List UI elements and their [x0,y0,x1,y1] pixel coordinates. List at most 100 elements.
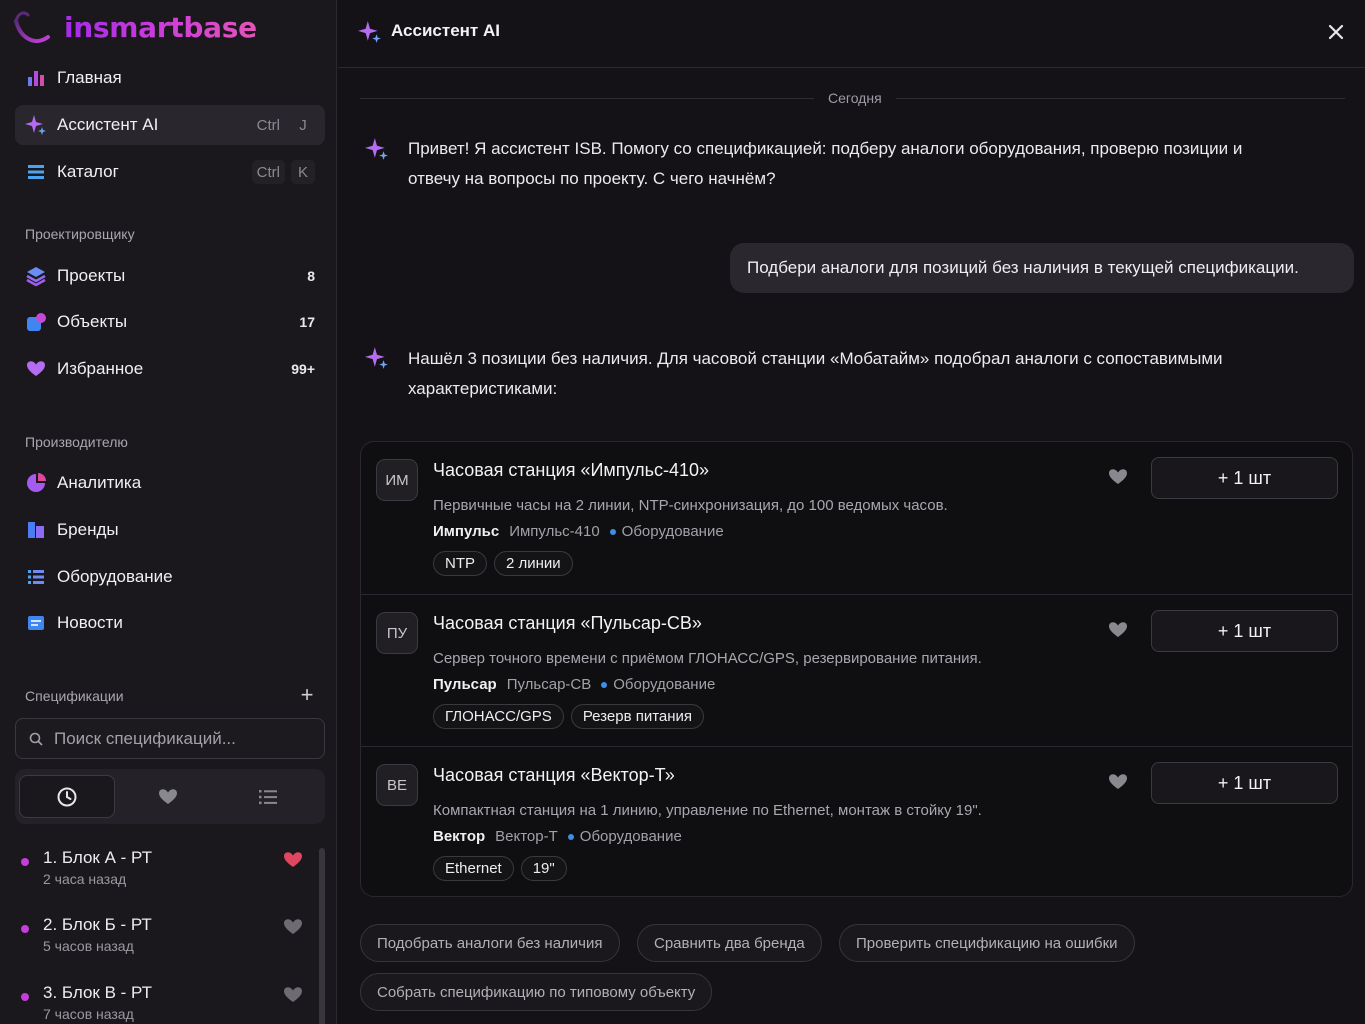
brand-logo[interactable]: insmartbase [12,6,257,48]
product-title[interactable]: Часовая станция «Пульсар-СВ» [433,613,702,634]
product-title[interactable]: Часовая станция «Вектор-Т» [433,765,675,786]
heart-icon[interactable] [1108,467,1128,487]
category-dot [601,681,608,688]
add-to-spec-button[interactable]: + 1 шт [1151,610,1338,652]
list-icon [259,789,278,804]
spec-search [15,718,325,759]
add-to-spec-button[interactable]: + 1 шт [1151,762,1338,804]
nav-label: Объекты [57,312,128,331]
nav-item-favorites[interactable]: Избранное 99+ [15,349,325,389]
close-icon[interactable] [1325,21,1347,43]
nav-item-equipment[interactable]: Оборудование [15,557,325,597]
nav-item-objects[interactable]: Объекты 17 [15,302,325,342]
sidebar-scrollbar[interactable] [319,848,325,1024]
nav-label: Новости [57,613,123,632]
message-line: Привет! Я ассистент ISB. Помогу со специ… [408,139,1243,158]
panel-title: Ассистент AI [391,21,500,40]
message-line: отвечу на вопросы по проекту. С чего нач… [408,169,776,188]
heart-icon [158,788,177,804]
spec-name: 2. Блок Б - РТ [43,915,152,934]
kbd-key: K [291,160,315,184]
product-tag: Ethernet [433,856,514,881]
category-dot [567,833,574,840]
nav-label: Каталог [57,162,119,181]
product-meta: Пульсар Пульсар-СВ Оборудование [433,676,715,693]
clock-icon [57,787,77,806]
tab-recent[interactable] [19,775,115,818]
nav-item-assistant[interactable]: Ассистент AI Ctrl J [15,105,325,145]
nav-item-brands[interactable]: Бренды [15,510,325,550]
sparkle-icon [358,21,381,43]
nav-label: Оборудование [57,567,173,586]
kbd-key: Ctrl [251,160,285,184]
heart-icon[interactable] [1108,772,1128,792]
kbd-key: Ctrl [256,116,280,134]
heart-icon[interactable] [283,850,303,870]
count-badge: 99+ [291,361,315,377]
tab-list[interactable] [220,775,316,818]
product-tags: NTP 2 линии [433,551,573,576]
product-meta: Вектор Вектор-Т Оборудование [433,828,682,845]
spec-dot [21,993,29,1001]
date-label: Сегодня [814,90,896,106]
product-tag: NTP [433,551,487,576]
nav-item-projects[interactable]: Проекты 8 [15,256,325,296]
nav-item-home[interactable]: Главная [15,58,325,98]
section-title-manufacturer: Производителю [25,434,128,450]
heart-icon[interactable] [1108,620,1128,640]
analog-results-card: ИМ Часовая станция «Импульс-410» Первичн… [360,441,1353,897]
tab-favorites[interactable] [120,775,216,818]
spec-list-item[interactable]: 2. Блок Б - РТ 5 часов назад [15,915,315,973]
product-meta: Импульс Импульс-410 Оборудование [433,523,724,540]
heart-icon[interactable] [283,917,303,937]
nav-label: Проекты [57,266,126,285]
spec-time: 2 часа назад [43,871,127,887]
add-spec-button[interactable]: + [297,684,317,706]
suggestion-chip[interactable]: Проверить спецификацию на ошибки [839,924,1135,962]
spec-list-item[interactable]: 3. Блок В - РТ 7 часов назад [15,983,315,1024]
product-brand[interactable]: Вектор [433,828,485,845]
product-model: Импульс-410 [509,523,600,540]
count-badge: 17 [299,314,315,330]
nav-item-catalog[interactable]: Каталог Ctrl K [15,152,325,192]
product-row[interactable]: ПУ Часовая станция «Пульсар-СВ» Сервер т… [361,594,1352,746]
suggestion-chip[interactable]: Подобрать аналоги без наличия [360,924,620,962]
message-line: Нашёл 3 позиции без наличия. Для часовой… [408,349,1223,368]
product-row[interactable]: ИМ Часовая станция «Импульс-410» Первичн… [361,442,1352,594]
sparkle-icon [25,114,47,136]
product-category: Оборудование [579,828,682,845]
product-title[interactable]: Часовая станция «Импульс-410» [433,460,709,481]
spec-search-input[interactable] [54,728,304,749]
product-model: Пульсар-СВ [506,676,592,693]
product-row[interactable]: ВЕ Часовая станция «Вектор-Т» Компактная… [361,746,1352,896]
assistant-message: Привет! Я ассистент ISB. Помогу со специ… [408,134,1338,194]
sparkle-icon [365,138,388,160]
product-description: Сервер точного времени с приёмом ГЛОНАСС… [433,650,982,667]
heart-icon[interactable] [283,985,303,1005]
product-brand[interactable]: Пульсар [433,676,497,693]
product-brand[interactable]: Импульс [433,523,499,540]
nav-item-news[interactable]: Новости [15,603,325,643]
suggestion-chip[interactable]: Сравнить два бренда [637,924,822,962]
shortcut-hint: Ctrl K [251,160,315,184]
nav-item-analytics[interactable]: Аналитика [15,463,325,503]
assistant-panel: Ассистент AI Сегодня Привет! Я ассистент… [338,0,1365,1024]
spec-time: 5 часов назад [43,938,134,954]
brand-avatar: ВЕ [376,764,418,806]
heart-icon [25,358,47,380]
suggestion-chip[interactable]: Собрать спецификацию по типовому объекту [360,973,713,1011]
spec-time: 7 часов назад [43,1006,134,1022]
spec-name: 3. Блок В - РТ [43,983,152,1002]
section-title-designer: Проектировщику [25,226,135,242]
spec-dot [21,858,29,866]
product-tags: Ethernet 19" [433,856,567,881]
brand-avatar: ПУ [376,612,418,654]
spec-list-item[interactable]: 1. Блок А - РТ 2 часа назад [15,848,315,906]
shortcut-hint: Ctrl J [252,113,315,137]
count-badge: 8 [307,268,315,284]
add-to-spec-button[interactable]: + 1 шт [1151,457,1338,499]
layers-icon [25,265,47,287]
assistant-message: Нашёл 3 позиции без наличия. Для часовой… [408,344,1338,404]
nav-label: Избранное [57,359,144,378]
category-dot [609,528,616,535]
